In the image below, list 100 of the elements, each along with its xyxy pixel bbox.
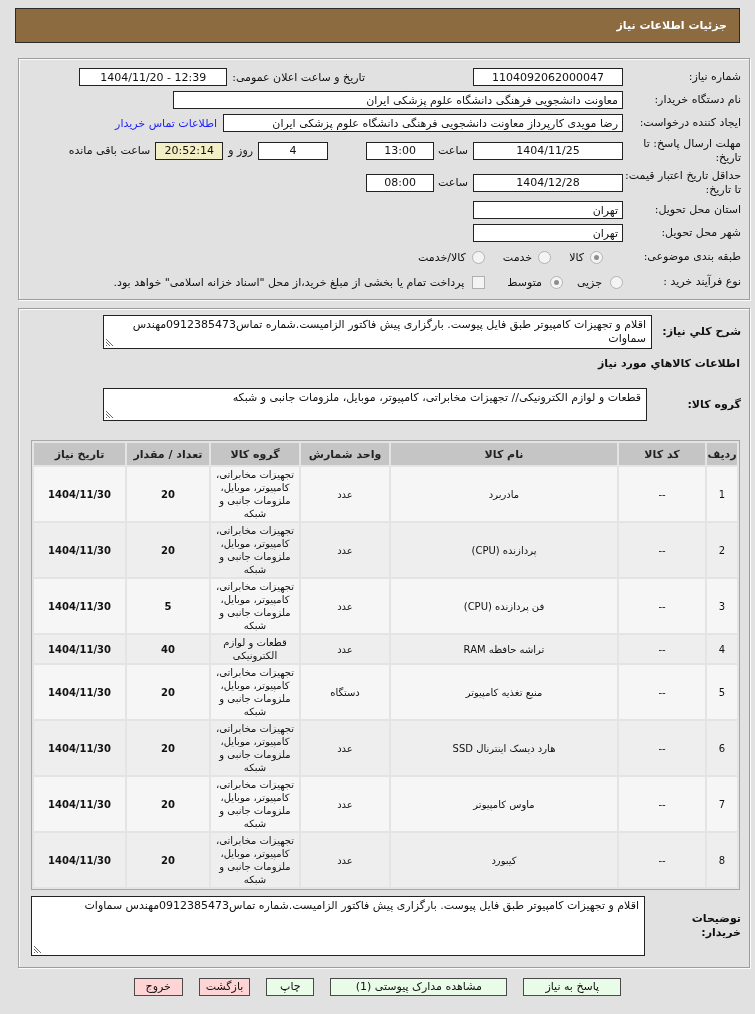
need-number-label: شماره نیاز: (687, 70, 742, 84)
price-validity-label: حداقل تاریخ اعتبار قیمت: تا تاریخ: (624, 168, 742, 197)
table-cell: 1404/11/30 (34, 467, 125, 521)
goods-group-textarea[interactable]: قطعات و لوازم الکترونیکی// تجهیزات مخابراتی، کامپیوتر، موبایل، ملزومات جانبی و شبکه (103, 388, 647, 421)
radio-label: کالا (569, 250, 584, 264)
radio-button[interactable] (590, 250, 603, 264)
table-cell: 20 (127, 777, 209, 831)
table-cell: -- (619, 635, 705, 663)
table-cell: عدد (301, 579, 389, 633)
goods-group-label: گروه کالا: (686, 397, 742, 412)
table-cell: -- (619, 467, 705, 521)
radio-label: جزیی (576, 275, 602, 289)
table-cell: عدد (301, 777, 389, 831)
delivery-province-label: استان محل تحویل: (653, 203, 742, 217)
radio-button[interactable] (471, 250, 485, 264)
validity-time-field[interactable]: 08:00 (366, 173, 435, 192)
table-cell: 3 (707, 579, 737, 633)
response-deadline-label: مهلت ارسال پاسخ: تا تاریخ: (642, 136, 742, 165)
table-cell: کیبورد (391, 833, 617, 887)
delivery-city-field[interactable]: تهران (473, 224, 623, 242)
table-cell: 40 (127, 635, 209, 663)
table-cell: 1404/11/30 (34, 665, 125, 719)
table-cell: 1404/11/30 (34, 833, 125, 887)
table-cell: 1404/11/30 (34, 523, 125, 577)
remaining-time-label: ساعت باقی مانده (68, 144, 151, 157)
form-button[interactable]: خروج (133, 978, 183, 996)
buyer-notes-label: توضیحات خریدار: (690, 912, 742, 940)
table-cell: قطعات و لوازم الکترونیکی (211, 635, 299, 663)
table-cell: تجهیزات مخابراتی، کامپیوتر، موبایل، ملزومات جانبی و شبکه (211, 467, 299, 521)
table-cell: -- (619, 665, 705, 719)
form-button[interactable]: چاپ (266, 978, 315, 996)
checkbox[interactable] (472, 275, 486, 289)
buyer-organization-field[interactable]: معاونت دانشجویی فرهنگی دانشگاه علوم پزشکی ایران (173, 91, 623, 109)
table-cell: تجهیزات مخابراتی، کامپیوتر، موبایل، ملزومات جانبی و شبکه (211, 777, 299, 831)
remaining-days-field[interactable]: 4 (258, 141, 329, 160)
table-cell: 20 (127, 721, 209, 775)
table-cell: فن پردازنده (CPU) (391, 579, 617, 633)
delivery-city-label: شهر محل تحویل: (660, 226, 742, 240)
announcement-field[interactable]: 1404/11/20 - 12:39 (79, 68, 228, 86)
checkbox-label: پرداخت تمام یا بخشی از مبلغ خرید،از محل "اسناد خزانه اسلامی" خواهد بود. (113, 275, 465, 289)
column-header: نام کالا (391, 443, 617, 465)
table-cell: 4 (707, 635, 737, 663)
validity-date-field[interactable]: 1404/12/28 (473, 173, 623, 192)
delivery-province-field[interactable]: تهران (473, 201, 623, 219)
table-cell: عدد (301, 833, 389, 887)
table-cell: 6 (707, 721, 737, 775)
remaining-time-field[interactable]: 20:52:14 (155, 141, 224, 160)
table-cell: عدد (301, 523, 389, 577)
table-cell: -- (619, 523, 705, 577)
resize-grip-icon[interactable] (105, 338, 114, 347)
table-cell: تجهیزات مخابراتی، کامپیوتر، موبایل، ملزومات جانبی و شبکه (211, 523, 299, 577)
radio-label: خدمت (502, 250, 533, 264)
table-cell: -- (619, 833, 705, 887)
requester-field[interactable]: رضا مویدی کارپرداز معاونت دانشجویی فرهنگی دانشگاه علوم پزشکی ایران (223, 114, 623, 132)
radio-button[interactable] (549, 275, 563, 289)
table-cell: ماوس کامپیوتر (391, 777, 617, 831)
table-cell: 5 (707, 665, 737, 719)
time-label: ساعت (438, 144, 468, 157)
resize-grip-icon[interactable] (33, 945, 42, 954)
table-cell: 7 (707, 777, 737, 831)
subject-category-label: طبقه بندی موضوعی: (642, 250, 742, 264)
table-cell: 1404/11/30 (34, 635, 125, 663)
radio-label: متوسط (507, 275, 542, 289)
table-cell: 20 (127, 467, 209, 521)
form-button[interactable]: بازگشت (198, 978, 251, 996)
table-cell: تجهیزات مخابراتی، کامپیوتر، موبایل، ملزومات جانبی و شبکه (211, 721, 299, 775)
time-label: ساعت (438, 176, 468, 189)
table-cell: -- (619, 777, 705, 831)
table-cell: 20 (127, 523, 209, 577)
table-cell: 5 (127, 579, 209, 633)
deadline-date-field[interactable]: 1404/11/25 (473, 141, 623, 160)
table-cell: 8 (707, 833, 737, 887)
need-number-field[interactable]: 1104092062000047 (473, 68, 623, 86)
table-cell: 1404/11/30 (34, 777, 125, 831)
table-cell: مادربرد (391, 467, 617, 521)
table-cell: عدد (301, 467, 389, 521)
table-cell: -- (619, 579, 705, 633)
table-cell: تجهیزات مخابراتی، کامپیوتر، موبایل، ملزومات جانبی و شبکه (211, 833, 299, 887)
table-cell: عدد (301, 635, 389, 663)
table-cell: عدد (301, 721, 389, 775)
resize-grip-icon[interactable] (105, 410, 114, 419)
table-cell: 20 (127, 833, 209, 887)
column-header: ردیف (707, 443, 737, 465)
buyer-notes-textarea[interactable]: اقلام و تجهیزات کامپیوتر طبق فایل پیوست. بارگزاری پیش فاکتور الزامیست.شماره تماس0912385473مهندس سماوات (31, 896, 645, 956)
requester-label: ایجاد کننده درخواست: (638, 116, 742, 130)
announcement-label: تاریخ و ساعت اعلان عمومی: (232, 70, 365, 84)
form-button[interactable]: پاسخ به نیاز (523, 978, 622, 996)
radio-label: کالا/خدمت (418, 250, 466, 264)
radio-button[interactable] (610, 275, 623, 289)
page-title: جزئیات اطلاعات نیاز (616, 19, 727, 32)
radio-button[interactable] (538, 250, 552, 264)
form-button[interactable]: مشاهده مدارک پیوستی (1) (330, 978, 508, 996)
table-cell: دستگاه (301, 665, 389, 719)
deadline-time-field[interactable]: 13:00 (366, 141, 435, 160)
table-cell: تجهیزات مخابراتی، کامپیوتر، موبایل، ملزومات جانبی و شبکه (211, 579, 299, 633)
description-textarea[interactable]: اقلام و تجهیزات کامپیوتر طبق فایل پیوست. بارگزاری پیش فاکتور الزامیست.شماره تماس0912385473مهندس سماوات (103, 315, 652, 349)
buyer-contact-link[interactable]: اطلاعات تماس خریدار (115, 116, 217, 130)
table-cell: 1404/11/30 (34, 579, 125, 633)
table-cell: هارد دیسک اینترنال SSD (391, 721, 617, 775)
table-cell: تراشه حافظه RAM (391, 635, 617, 663)
